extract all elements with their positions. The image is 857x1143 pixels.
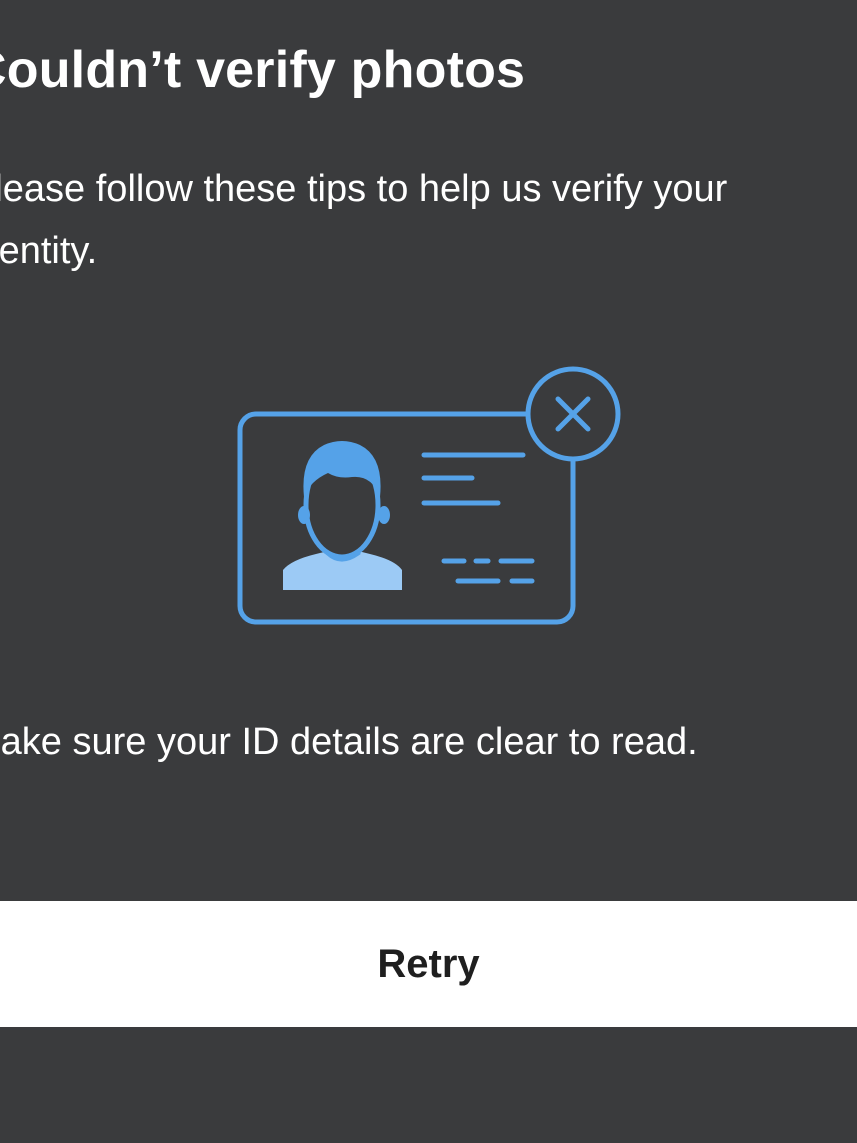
tip-text: Make sure your ID details are clear to r… [0,721,698,763]
instructions-text: Please follow these tips to help us veri… [0,168,728,272]
verification-error-screen: Couldn’t verify photos Please follow the… [0,0,857,1143]
page-title: Couldn’t verify photos [0,41,526,99]
retry-button[interactable]: Retry [0,901,857,1027]
id-card-outline [237,411,576,625]
id-card-error-icon [237,366,621,625]
